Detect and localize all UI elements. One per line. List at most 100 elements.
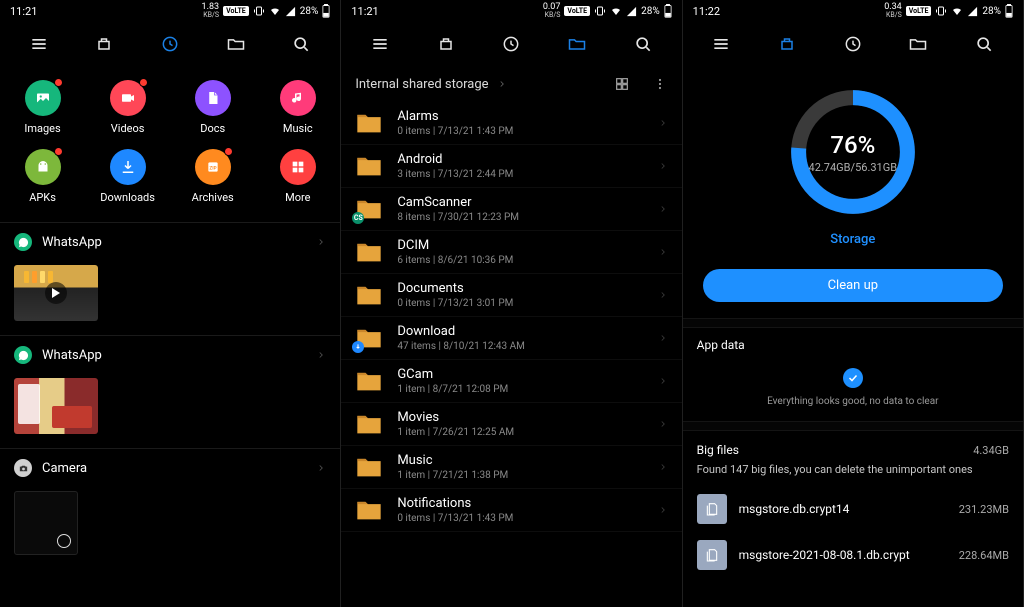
search-icon[interactable]	[290, 33, 312, 55]
source-header[interactable]: Camera	[0, 449, 340, 487]
signal-icon	[626, 6, 637, 17]
folder-row[interactable]: Notifications 0 items | 7/13/21 1:43 PM	[341, 489, 681, 532]
category-music[interactable]: Music	[255, 74, 340, 143]
clock: 11:21	[351, 5, 378, 18]
menu-icon[interactable]	[369, 33, 391, 55]
source-header[interactable]: WhatsApp	[0, 223, 340, 261]
pane-categories: 11:21 1.83KB/S VoLTE 28% Images Videos D…	[0, 0, 341, 607]
folder-meta: 3 items | 7/13/21 2:44 PM	[397, 169, 643, 180]
folder-name: Movies	[397, 410, 643, 425]
video-thumb[interactable]	[14, 265, 98, 321]
volte-icon: VoLTE	[906, 6, 932, 16]
folder-tab-icon[interactable]	[907, 33, 929, 55]
svg-text:ZIP: ZIP	[209, 166, 216, 172]
battery-icon	[1005, 4, 1013, 18]
wifi-icon	[610, 5, 622, 17]
folder-icon	[355, 240, 383, 264]
folder-name: Documents	[397, 281, 643, 296]
status-bar: 11:21 0.07KB/S VoLTE 28%	[341, 0, 681, 22]
chevron-right-icon	[658, 333, 668, 343]
folder-row[interactable]: Android 3 items | 7/13/21 2:44 PM	[341, 145, 681, 188]
file-size: 228.64MB	[959, 549, 1009, 562]
folder-row[interactable]: Documents 0 items | 7/13/21 3:01 PM	[341, 274, 681, 317]
folder-list: Alarms 0 items | 7/13/21 1:43 PM Android 3 …	[341, 102, 681, 532]
category-videos[interactable]: Videos	[85, 74, 170, 143]
folder-row[interactable]: Download47 items | 8/10/21 12:43 AM	[341, 317, 681, 360]
signal-icon	[967, 6, 978, 17]
top-bar	[341, 22, 681, 66]
folder-icon	[355, 412, 383, 436]
category-docs[interactable]: Docs	[170, 74, 255, 143]
category-downloads[interactable]: Downloads	[85, 143, 170, 212]
source-whatsapp-2: WhatsApp	[0, 335, 340, 448]
folder-meta: 0 items | 7/13/21 3:01 PM	[397, 298, 643, 309]
folder-row[interactable]: GCam1 item | 8/7/21 12:08 PM	[341, 360, 681, 403]
chevron-right-icon	[497, 79, 507, 89]
storage-link[interactable]: Storage	[830, 220, 875, 257]
whatsapp-icon	[14, 346, 32, 364]
search-icon[interactable]	[632, 33, 654, 55]
folder-icon	[355, 283, 383, 307]
storage-percent: 76%	[830, 131, 875, 159]
breadcrumb[interactable]: Internal shared storage	[341, 66, 681, 102]
signal-icon	[285, 6, 296, 17]
recent-tab-icon[interactable]	[500, 33, 522, 55]
chevron-right-icon	[658, 161, 668, 171]
folder-name: Notifications	[397, 496, 643, 511]
folder-row[interactable]: CSCamScanner8 items | 7/30/21 12:23 PM	[341, 188, 681, 231]
chevron-right-icon	[658, 247, 668, 257]
folder-meta: 6 items | 8/6/21 10:36 PM	[397, 255, 643, 266]
chevron-right-icon	[316, 463, 326, 473]
source-header[interactable]: WhatsApp	[0, 336, 340, 374]
folder-tab-icon[interactable]	[566, 33, 588, 55]
folder-name: DCIM	[397, 238, 643, 253]
folder-row[interactable]: DCIM 6 items | 8/6/21 10:36 PM	[341, 231, 681, 274]
folder-name: Music	[397, 453, 643, 468]
folder-row[interactable]: Movies1 item | 7/26/21 12:25 AM	[341, 403, 681, 446]
status-bar: 11:22 0.34KB/S VoLTE 28%	[683, 0, 1023, 22]
file-name: msgstore-2021-08-08.1.db.crypt	[739, 548, 947, 562]
clean-up-button[interactable]: Clean up	[703, 269, 1003, 302]
top-bar	[683, 22, 1023, 66]
big-file-row[interactable]: msgstore-2021-08-08.1.db.crypt 228.64MB	[683, 532, 1023, 578]
folder-row[interactable]: Alarms 0 items | 7/13/21 1:43 PM	[341, 102, 681, 145]
view-grid-icon[interactable]	[614, 76, 630, 92]
folder-row[interactable]: Music 1 item | 7/21/21 1:38 PM	[341, 446, 681, 489]
storage-chart: 76% 42.74GB/56.31GB Storage	[683, 66, 1023, 263]
folder-meta: 0 items | 7/13/21 1:43 PM	[397, 513, 643, 524]
folder-name: CamScanner	[397, 195, 643, 210]
folder-meta: 0 items | 7/13/21 1:43 PM	[397, 126, 643, 137]
storage-tab-icon[interactable]	[776, 33, 798, 55]
pane-folders: 11:21 0.07KB/S VoLTE 28% Internal shared…	[341, 0, 682, 607]
badge-dot	[224, 147, 233, 156]
more-vertical-icon[interactable]	[652, 76, 668, 92]
folder-meta: 1 item | 7/21/21 1:38 PM	[397, 470, 643, 481]
pane-storage: 11:22 0.34KB/S VoLTE 28% 76% 42.74GB/56.…	[683, 0, 1024, 607]
folder-tab-icon[interactable]	[225, 33, 247, 55]
menu-icon[interactable]	[28, 33, 50, 55]
category-archives[interactable]: ZIPArchives	[170, 143, 255, 212]
chevron-right-icon	[658, 204, 668, 214]
image-thumb[interactable]	[14, 378, 98, 434]
folder-name: Alarms	[397, 109, 643, 124]
folder-icon: CS	[355, 197, 383, 221]
storage-tab-icon[interactable]	[435, 33, 457, 55]
folder-icon	[355, 111, 383, 135]
category-grid: Images Videos Docs Music APKs Downloads …	[0, 66, 340, 222]
image-thumb[interactable]	[14, 491, 78, 555]
vibrate-icon	[253, 5, 265, 17]
recent-tab-icon[interactable]	[159, 33, 181, 55]
category-more[interactable]: More	[255, 143, 340, 212]
category-apks[interactable]: APKs	[0, 143, 85, 212]
recent-tab-icon[interactable]	[842, 33, 864, 55]
big-file-row[interactable]: msgstore.db.crypt14231.23MB	[683, 486, 1023, 532]
category-images[interactable]: Images	[0, 74, 85, 143]
vibrate-icon	[594, 5, 606, 17]
menu-icon[interactable]	[710, 33, 732, 55]
folder-icon	[355, 369, 383, 393]
folder-icon	[355, 498, 383, 522]
search-icon[interactable]	[973, 33, 995, 55]
folder-name: Android	[397, 152, 643, 167]
app-data-section: Everything looks good, no data to clear	[683, 362, 1023, 421]
storage-tab-icon[interactable]	[93, 33, 115, 55]
